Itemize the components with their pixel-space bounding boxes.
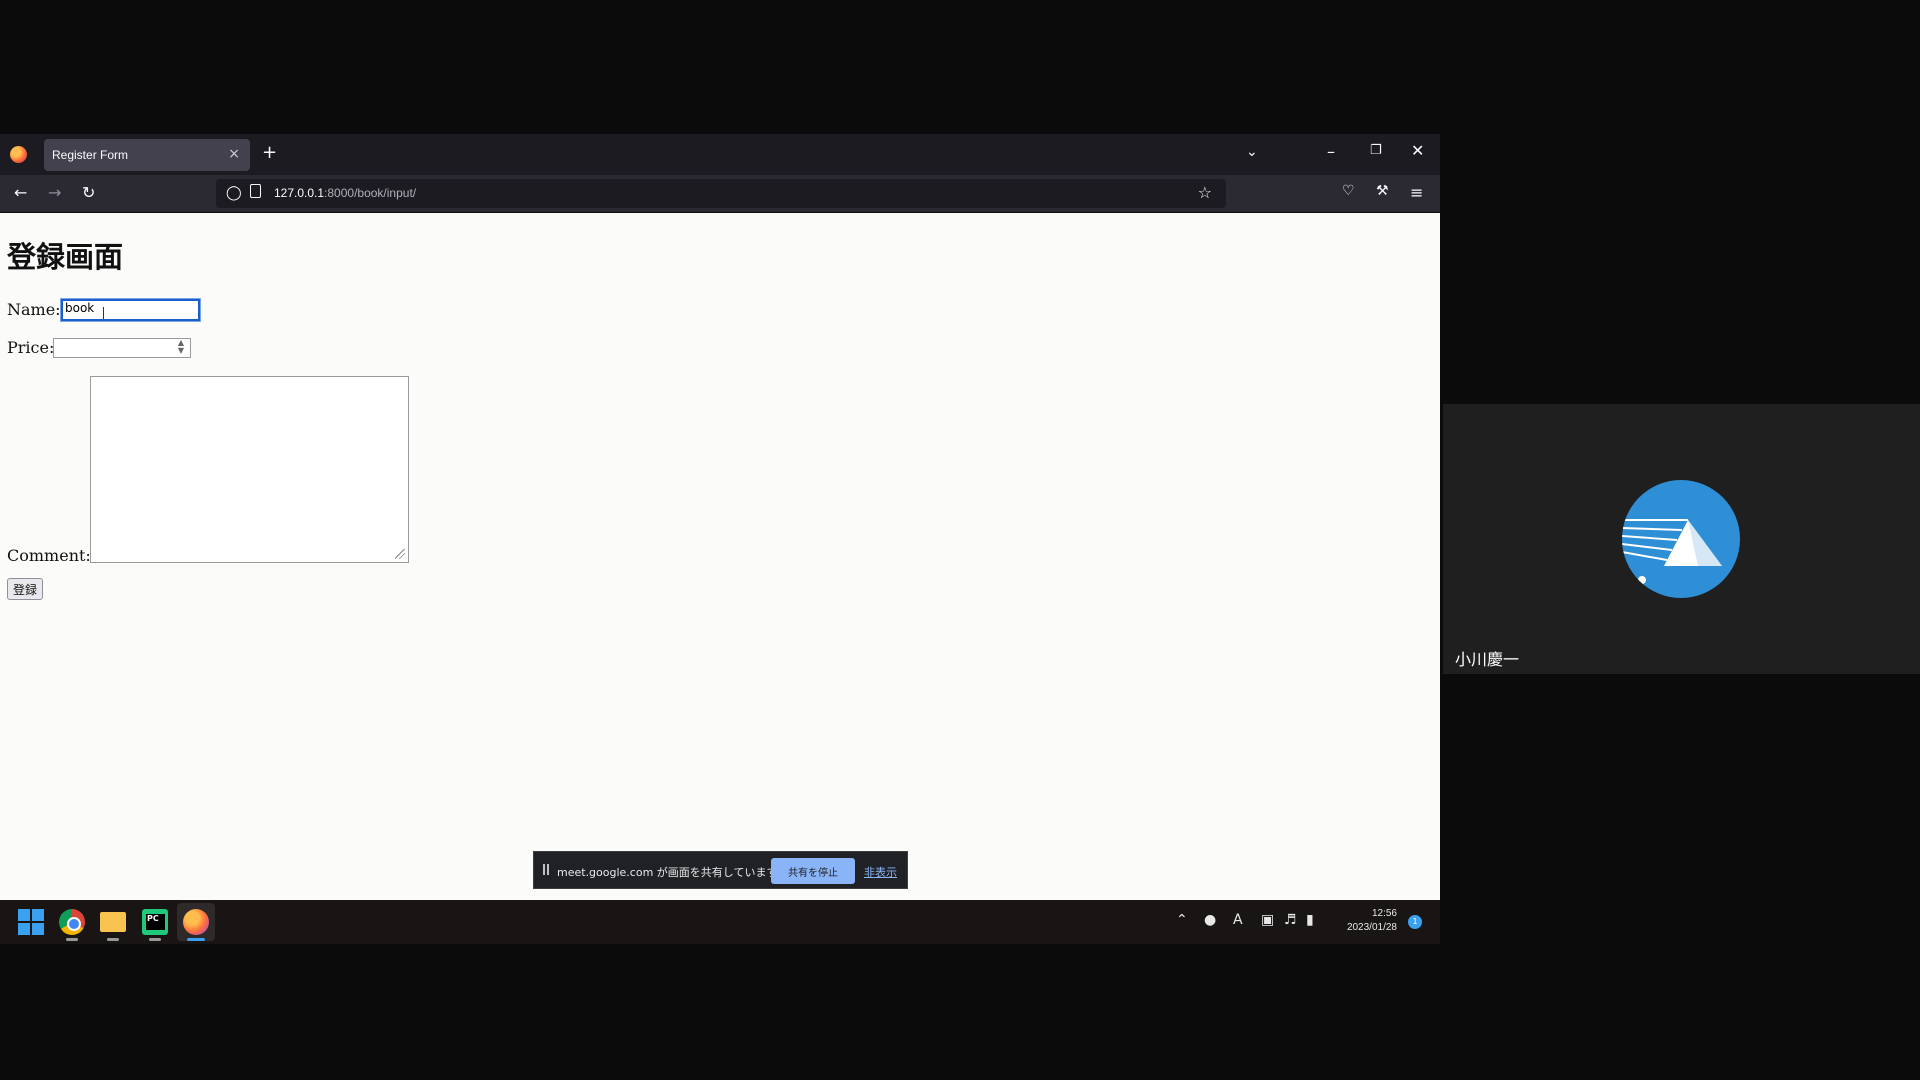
chrome-icon[interactable] (59, 909, 85, 935)
input-mode-icon[interactable]: A (1233, 912, 1243, 928)
share-message: meet.google.com が画面を共有しています。 (557, 866, 788, 879)
network-icon[interactable]: ▣ (1261, 912, 1274, 928)
battery-icon[interactable]: ▮ (1306, 912, 1314, 928)
url-host: 127.0.0.1 (274, 186, 325, 200)
tab-register-form[interactable]: Register Form × (44, 139, 250, 171)
microphone-icon[interactable]: ● (1204, 912, 1216, 928)
back-arrow-icon[interactable]: ← (14, 183, 27, 202)
pause-icon (543, 864, 549, 875)
pocket-icon[interactable]: ♡ (1342, 183, 1355, 199)
pyramid-logo-icon (1622, 519, 1722, 584)
url-path: :8000/book/input/ (324, 186, 417, 200)
clock-time: 12:56 (1371, 908, 1397, 919)
url-text[interactable]: 127.0.0.1:8000/book/input/ (274, 186, 416, 200)
firefox-active-indicator (187, 938, 205, 941)
extensions-icon[interactable]: ⚒ (1376, 183, 1389, 199)
menu-icon[interactable]: ≡ (1410, 183, 1423, 202)
restore-icon[interactable]: ❐ (1370, 143, 1382, 158)
close-window-icon[interactable]: ✕ (1411, 141, 1424, 160)
participant-tile: 小川慶一 (1443, 404, 1920, 674)
price-label: Price: (7, 338, 55, 357)
firefox-taskbar-icon[interactable] (183, 909, 209, 935)
windows-start-icon[interactable] (18, 909, 44, 935)
shield-icon[interactable]: ◯ (226, 185, 242, 201)
clock-date: 2023/01/28 (1346, 922, 1397, 933)
chrome-running-indicator (66, 938, 78, 941)
file-explorer-icon[interactable] (100, 912, 126, 932)
close-tab-icon[interactable]: × (228, 146, 240, 162)
comment-textarea[interactable] (90, 376, 409, 563)
forward-arrow-icon[interactable]: → (48, 183, 61, 202)
chevron-up-icon[interactable]: ⌃ (1176, 912, 1188, 928)
chevron-down-icon[interactable]: ⌄ (1246, 144, 1258, 160)
browser-nav-bar: ← → ↻ ◯ 127.0.0.1:8000/book/input/ ☆ ♡ ⚒… (0, 175, 1440, 213)
browser-tab-strip: Register Form × + ⌄ – ❐ ✕ (0, 134, 1440, 175)
explorer-running-indicator (107, 938, 119, 941)
windows-taskbar: ⌃ ● A ▣ ♬ ▮ 12:56 2023/01/28 1 (0, 900, 1440, 944)
web-page: 登録画面 Name: book Price: ▲ ▼ Comment: 登録 (0, 214, 1440, 900)
bookmark-star-icon[interactable]: ☆ (1198, 183, 1212, 202)
screen-share-banner: meet.google.com が画面を共有しています。 共有を停止 非表示 (533, 851, 908, 889)
resize-grip-icon[interactable] (395, 549, 405, 559)
number-spinner-icon[interactable]: ▲ ▼ (175, 339, 187, 355)
participant-name: 小川慶一 (1455, 650, 1520, 669)
system-clock[interactable]: 12:56 2023/01/28 (1337, 907, 1397, 935)
stop-sharing-button[interactable]: 共有を停止 (771, 858, 855, 884)
price-input[interactable] (53, 338, 191, 358)
url-bar[interactable]: ◯ 127.0.0.1:8000/book/input/ ☆ (216, 179, 1226, 208)
minimize-icon[interactable]: – (1327, 142, 1335, 161)
comment-label: Comment: (7, 546, 91, 565)
text-cursor-icon (103, 307, 105, 319)
submit-button[interactable]: 登録 (7, 578, 44, 600)
new-tab-button[interactable]: + (262, 142, 277, 163)
volume-icon[interactable]: ♬ (1284, 912, 1297, 928)
firefox-icon (10, 146, 27, 163)
tab-title: Register Form (52, 148, 129, 162)
notification-badge[interactable]: 1 (1408, 915, 1422, 929)
name-label: Name: (7, 300, 61, 319)
name-input[interactable]: book (60, 298, 201, 322)
participant-avatar (1622, 480, 1740, 598)
hide-banner-link[interactable]: 非表示 (864, 864, 897, 880)
pycharm-running-indicator (149, 938, 161, 941)
pycharm-icon[interactable] (142, 909, 168, 935)
shared-screen: Register Form × + ⌄ – ❐ ✕ ← → ↻ ◯ 127.0.… (0, 134, 1440, 944)
meet-stage: Register Form × + ⌄ – ❐ ✕ ← → ↻ ◯ 127.0.… (0, 0, 1920, 1080)
page-icon (250, 184, 261, 198)
reload-icon[interactable]: ↻ (82, 183, 95, 202)
page-title: 登録画面 (7, 240, 124, 274)
